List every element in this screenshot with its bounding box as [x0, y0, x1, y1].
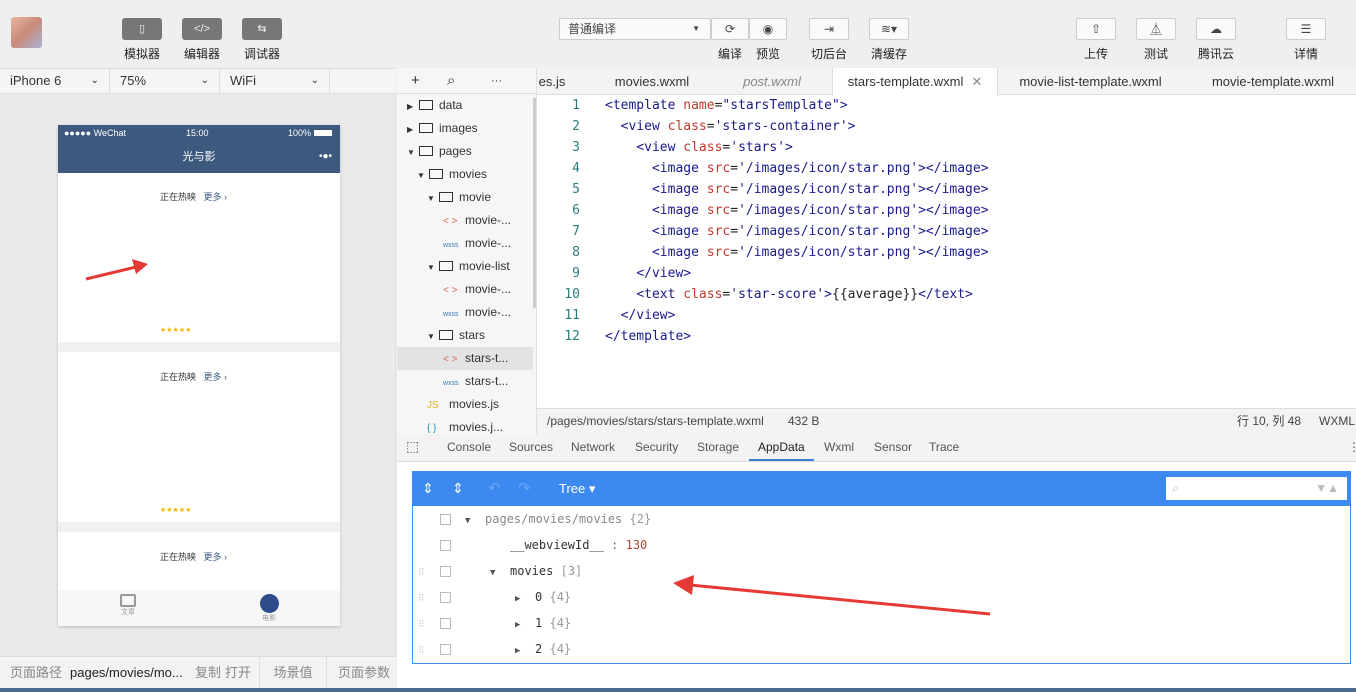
tab-label: movies.wxml	[614, 74, 690, 89]
editor-tab[interactable]: post.wxml	[722, 68, 822, 95]
red-arrow	[673, 575, 991, 616]
devtools-tab[interactable]: Trace	[929, 440, 959, 454]
tab-label: post.wxml	[743, 74, 801, 89]
tab-label: es.js	[538, 74, 566, 89]
devtools-tab[interactable]: Network	[571, 440, 615, 454]
devtools-tab[interactable]: Wxml	[824, 440, 854, 454]
red-arrow	[85, 259, 148, 281]
editor-tab[interactable]: es.js	[537, 68, 567, 95]
devtools-tab[interactable]: Console	[447, 440, 491, 454]
devtools-tab[interactable]: AppData	[749, 440, 814, 461]
devtools-tab[interactable]: Sources	[509, 440, 553, 454]
devtools-tab[interactable]: Storage	[697, 440, 739, 454]
tab-label: movie-template.wxml	[1211, 74, 1335, 89]
editor-tab[interactable]: movie-list-template.wxml	[998, 68, 1183, 95]
editor-tab[interactable]: movies.wxml	[597, 68, 707, 95]
tab-label: movie-list-template.wxml	[1019, 74, 1162, 89]
devtools-tab[interactable]: Security	[635, 440, 678, 454]
editor-tab[interactable]: movie-template.wxml	[1190, 68, 1356, 95]
tab-label: stars-template.wxml	[847, 74, 964, 89]
close-icon[interactable]: ✕	[971, 74, 982, 89]
annotation-arrows	[85, 259, 991, 616]
devtools-tab[interactable]: Sensor	[874, 440, 912, 454]
editor-tab[interactable]: stars-template.wxml ✕	[832, 68, 998, 96]
